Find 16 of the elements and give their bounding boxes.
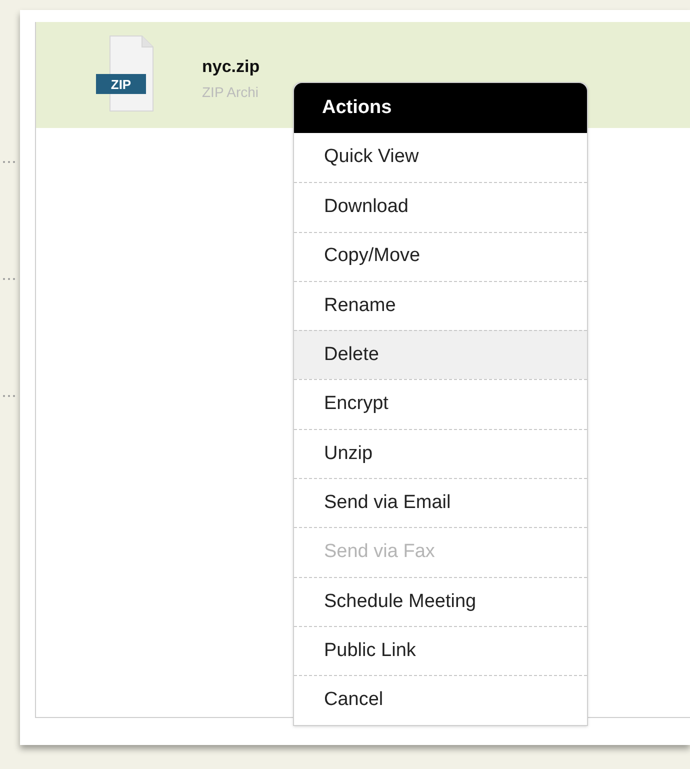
menu-item[interactable]: Encrypt: [294, 379, 587, 429]
menu-item[interactable]: Download: [294, 182, 587, 232]
menu-item[interactable]: Delete: [294, 330, 587, 380]
file-name: nyc.zip: [202, 56, 260, 78]
menu-item[interactable]: Unzip: [294, 428, 587, 478]
dots-icon: [2, 277, 16, 281]
dots-icon: [2, 394, 16, 398]
menu-item[interactable]: Public Link: [294, 626, 587, 676]
menu-item[interactable]: Quick View: [294, 133, 587, 182]
menu-item[interactable]: Copy/Move: [294, 232, 587, 281]
dots-icon: [2, 160, 16, 164]
menu-item[interactable]: Send via Email: [294, 478, 587, 528]
menu-item[interactable]: Cancel: [294, 675, 587, 725]
menu-item[interactable]: Schedule Meeting: [294, 576, 587, 626]
menu-title: Actions: [294, 83, 587, 133]
menu-item[interactable]: Rename: [294, 280, 587, 330]
